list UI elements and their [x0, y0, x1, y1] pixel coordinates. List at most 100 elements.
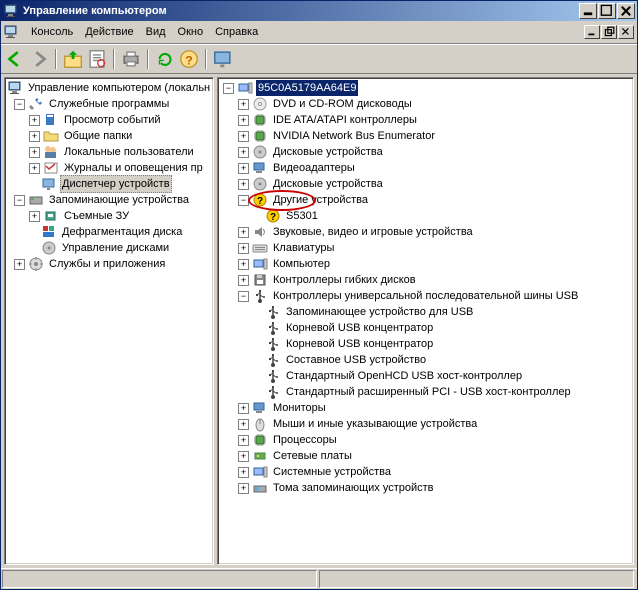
collapse-icon[interactable]: −: [223, 83, 234, 94]
expand-icon[interactable]: +: [238, 227, 249, 238]
tree-perf-logs[interactable]: + Журналы и оповещения пр: [5, 160, 213, 176]
expand-icon[interactable]: +: [238, 275, 249, 286]
menu-window[interactable]: Окно: [172, 24, 210, 40]
expand-icon[interactable]: +: [238, 163, 249, 174]
pc-icon: [252, 256, 268, 272]
tree-disk-mgmt[interactable]: Управление дисками: [5, 240, 213, 256]
tree-device-manager[interactable]: Диспетчер устройств: [5, 176, 213, 192]
menu-view[interactable]: Вид: [140, 24, 172, 40]
expand-icon[interactable]: +: [238, 115, 249, 126]
menu-console[interactable]: Консоль: [25, 24, 79, 40]
device-row[interactable]: +Сетевые платы: [218, 448, 633, 464]
device-row[interactable]: +Дисковые устройства: [218, 144, 633, 160]
expand-icon[interactable]: +: [238, 451, 249, 462]
expand-icon[interactable]: +: [29, 115, 40, 126]
mmc-doc-icon: [3, 24, 19, 40]
book-icon: [43, 112, 59, 128]
mouse-icon: [252, 416, 268, 432]
tree-storage[interactable]: − Запоминающие устройства: [5, 192, 213, 208]
expand-icon[interactable]: +: [14, 259, 25, 270]
toolbar-print-button[interactable]: [120, 48, 142, 70]
device-row[interactable]: +Звуковые, видео и игровые устройства: [218, 224, 633, 240]
device-row[interactable]: +Контроллеры гибких дисков: [218, 272, 633, 288]
window-title: Управление компьютером: [23, 5, 579, 17]
collapse-icon[interactable]: −: [238, 195, 249, 206]
device-unknown-s5301[interactable]: S5301: [218, 208, 633, 224]
device-row[interactable]: Составное USB устройство: [218, 352, 633, 368]
device-row[interactable]: +NVIDIA Network Bus Enumerator: [218, 128, 633, 144]
device-other[interactable]: −Другие устройства: [218, 192, 633, 208]
device-row[interactable]: +Тома запоминающих устройств: [218, 480, 633, 496]
tree-root[interactable]: Управление компьютером (локальн: [5, 80, 213, 96]
menu-help[interactable]: Справка: [209, 24, 264, 40]
toolbar-help-button[interactable]: [178, 48, 200, 70]
device-row[interactable]: +Компьютер: [218, 256, 633, 272]
menu-action[interactable]: Действие: [79, 24, 139, 40]
expand-icon[interactable]: +: [238, 419, 249, 430]
collapse-icon[interactable]: −: [238, 291, 249, 302]
close-button[interactable]: [617, 3, 635, 19]
q-icon: [252, 192, 268, 208]
titlebar[interactable]: Управление компьютером: [1, 1, 637, 21]
expand-icon[interactable]: +: [29, 211, 40, 222]
tree-removable-storage[interactable]: + Съемные ЗУ: [5, 208, 213, 224]
console-tree[interactable]: Управление компьютером (локальн − Служеб…: [4, 77, 214, 565]
tree-event-viewer[interactable]: + Просмотр событий: [5, 112, 213, 128]
expand-icon[interactable]: +: [29, 131, 40, 142]
device-row[interactable]: +DVD и CD-ROM дисководы: [218, 96, 633, 112]
device-row[interactable]: Запоминающее устройство для USB: [218, 304, 633, 320]
content-area: Управление компьютером (локальн − Служеб…: [1, 74, 637, 568]
expand-icon[interactable]: +: [238, 403, 249, 414]
log-icon: [43, 160, 59, 176]
device-usb-controllers[interactable]: −Контроллеры универсальной последователь…: [218, 288, 633, 304]
tree-local-users[interactable]: + Локальные пользователи: [5, 144, 213, 160]
device-list[interactable]: −95C0A5179AA64E9+DVD и CD-ROM дисководы+…: [217, 77, 634, 565]
expand-icon[interactable]: +: [238, 147, 249, 158]
expand-icon[interactable]: +: [238, 179, 249, 190]
minimize-button[interactable]: [579, 3, 597, 19]
expand-icon[interactable]: +: [29, 147, 40, 158]
mdi-restore-button[interactable]: [601, 25, 617, 39]
device-row[interactable]: Корневой USB концентратор: [218, 336, 633, 352]
collapse-icon[interactable]: −: [14, 99, 25, 110]
toolbar-back-button[interactable]: [4, 48, 26, 70]
app-window: Управление компьютером Консоль Действие …: [0, 0, 638, 590]
device-row[interactable]: +Видеоадаптеры: [218, 160, 633, 176]
toolbar-scan-button[interactable]: [212, 48, 234, 70]
expand-icon[interactable]: +: [238, 243, 249, 254]
toolbar-properties-button[interactable]: [86, 48, 108, 70]
device-root[interactable]: −95C0A5179AA64E9: [218, 80, 633, 96]
device-row[interactable]: Корневой USB концентратор: [218, 320, 633, 336]
tree-defrag[interactable]: Дефрагментация диска: [5, 224, 213, 240]
tree-system-tools[interactable]: − Служебные программы: [5, 96, 213, 112]
toolbar-refresh-button[interactable]: [154, 48, 176, 70]
expand-icon[interactable]: +: [29, 163, 40, 174]
device-row[interactable]: +IDE ATA/ATAPI контроллеры: [218, 112, 633, 128]
tree-services-apps[interactable]: + Службы и приложения: [5, 256, 213, 272]
mdi-close-button[interactable]: [618, 25, 634, 39]
expand-icon[interactable]: +: [238, 131, 249, 142]
device-row[interactable]: +Мониторы: [218, 400, 633, 416]
tree-shared-folders[interactable]: + Общие папки: [5, 128, 213, 144]
chip-icon: [252, 112, 268, 128]
usb-icon: [252, 288, 268, 304]
expand-icon[interactable]: +: [238, 435, 249, 446]
device-row[interactable]: Стандартный расширенный PCI - USB хост-к…: [218, 384, 633, 400]
device-row[interactable]: Стандартный OpenHCD USB хост-контроллер: [218, 368, 633, 384]
device-row[interactable]: +Мыши и иные указывающие устройства: [218, 416, 633, 432]
device-row[interactable]: +Процессоры: [218, 432, 633, 448]
toolbar-up-button[interactable]: [62, 48, 84, 70]
device-row[interactable]: +Системные устройства: [218, 464, 633, 480]
device-row[interactable]: +Дисковые устройства: [218, 176, 633, 192]
toolbar-forward-button[interactable]: [28, 48, 50, 70]
maximize-button[interactable]: [598, 3, 616, 19]
collapse-icon[interactable]: −: [14, 195, 25, 206]
expand-icon[interactable]: +: [238, 483, 249, 494]
expand-icon[interactable]: +: [238, 467, 249, 478]
vol-icon: [252, 480, 268, 496]
device-row[interactable]: +Клавиатуры: [218, 240, 633, 256]
mdi-minimize-button[interactable]: [584, 25, 600, 39]
kb-icon: [252, 240, 268, 256]
expand-icon[interactable]: +: [238, 99, 249, 110]
expand-icon[interactable]: +: [238, 259, 249, 270]
